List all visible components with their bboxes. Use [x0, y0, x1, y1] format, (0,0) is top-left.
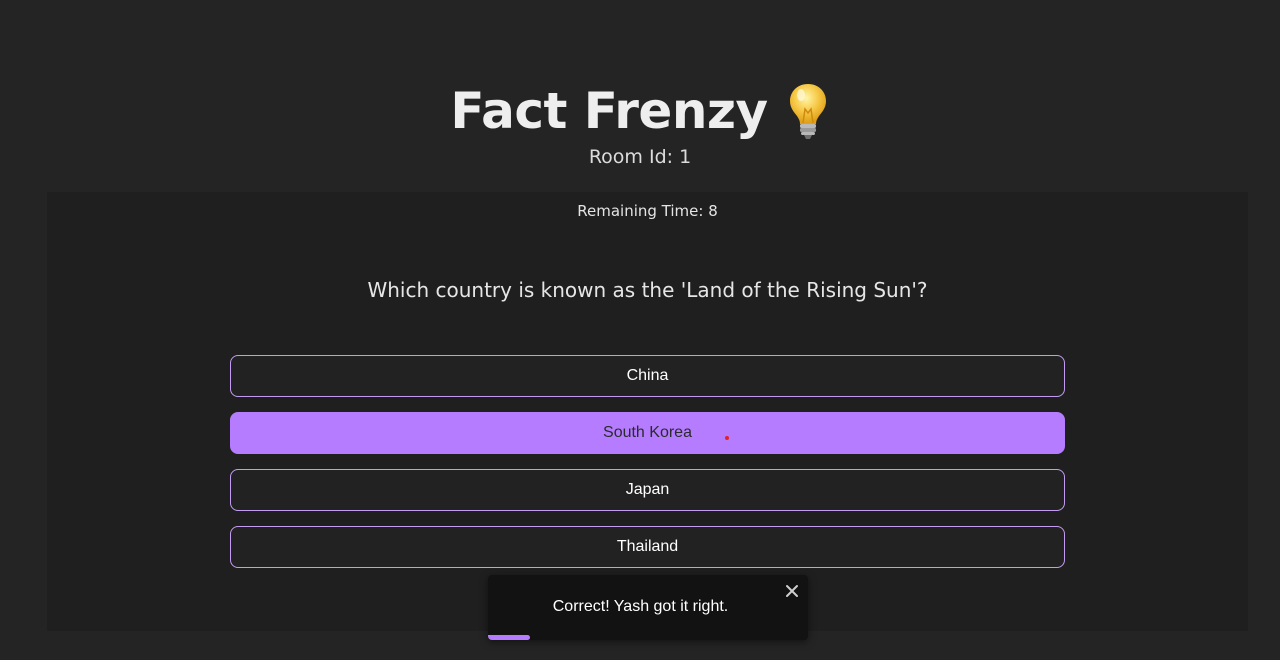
answer-option-china[interactable]: China — [230, 355, 1065, 397]
cursor-marker — [725, 436, 729, 440]
app-page: Fact Frenzy Room Id: 1 Remaining Time: 8… — [0, 0, 1280, 660]
answer-option-thailand[interactable]: Thailand — [230, 526, 1065, 568]
answer-option-label: Japan — [625, 481, 670, 498]
answer-options: China South Korea Japan Thailand — [230, 355, 1065, 583]
answer-option-label: China — [626, 367, 669, 384]
quiz-panel: Remaining Time: 8 Which country is known… — [47, 192, 1248, 631]
room-id: Room Id: 1 — [588, 146, 692, 168]
lightbulb-icon — [786, 81, 830, 141]
remaining-time: Remaining Time: 8 — [577, 202, 718, 220]
question-text: Which country is known as the 'Land of t… — [367, 278, 928, 302]
toast-message: Correct! Yash got it right. — [552, 598, 729, 615]
page-title: Fact Frenzy — [450, 82, 768, 140]
toast-progress-track — [488, 635, 808, 640]
answer-option-label: South Korea — [603, 424, 692, 441]
answer-option-japan[interactable]: Japan — [230, 469, 1065, 511]
title-row: Fact Frenzy — [0, 76, 1280, 146]
answer-option-south-korea[interactable]: South Korea — [230, 412, 1065, 454]
toast-notification: Correct! Yash got it right. — [488, 575, 808, 640]
toast-progress-bar — [488, 635, 530, 640]
answer-option-label: Thailand — [616, 538, 679, 555]
header: Fact Frenzy Room Id: 1 — [0, 76, 1280, 168]
close-icon[interactable] — [784, 583, 800, 599]
